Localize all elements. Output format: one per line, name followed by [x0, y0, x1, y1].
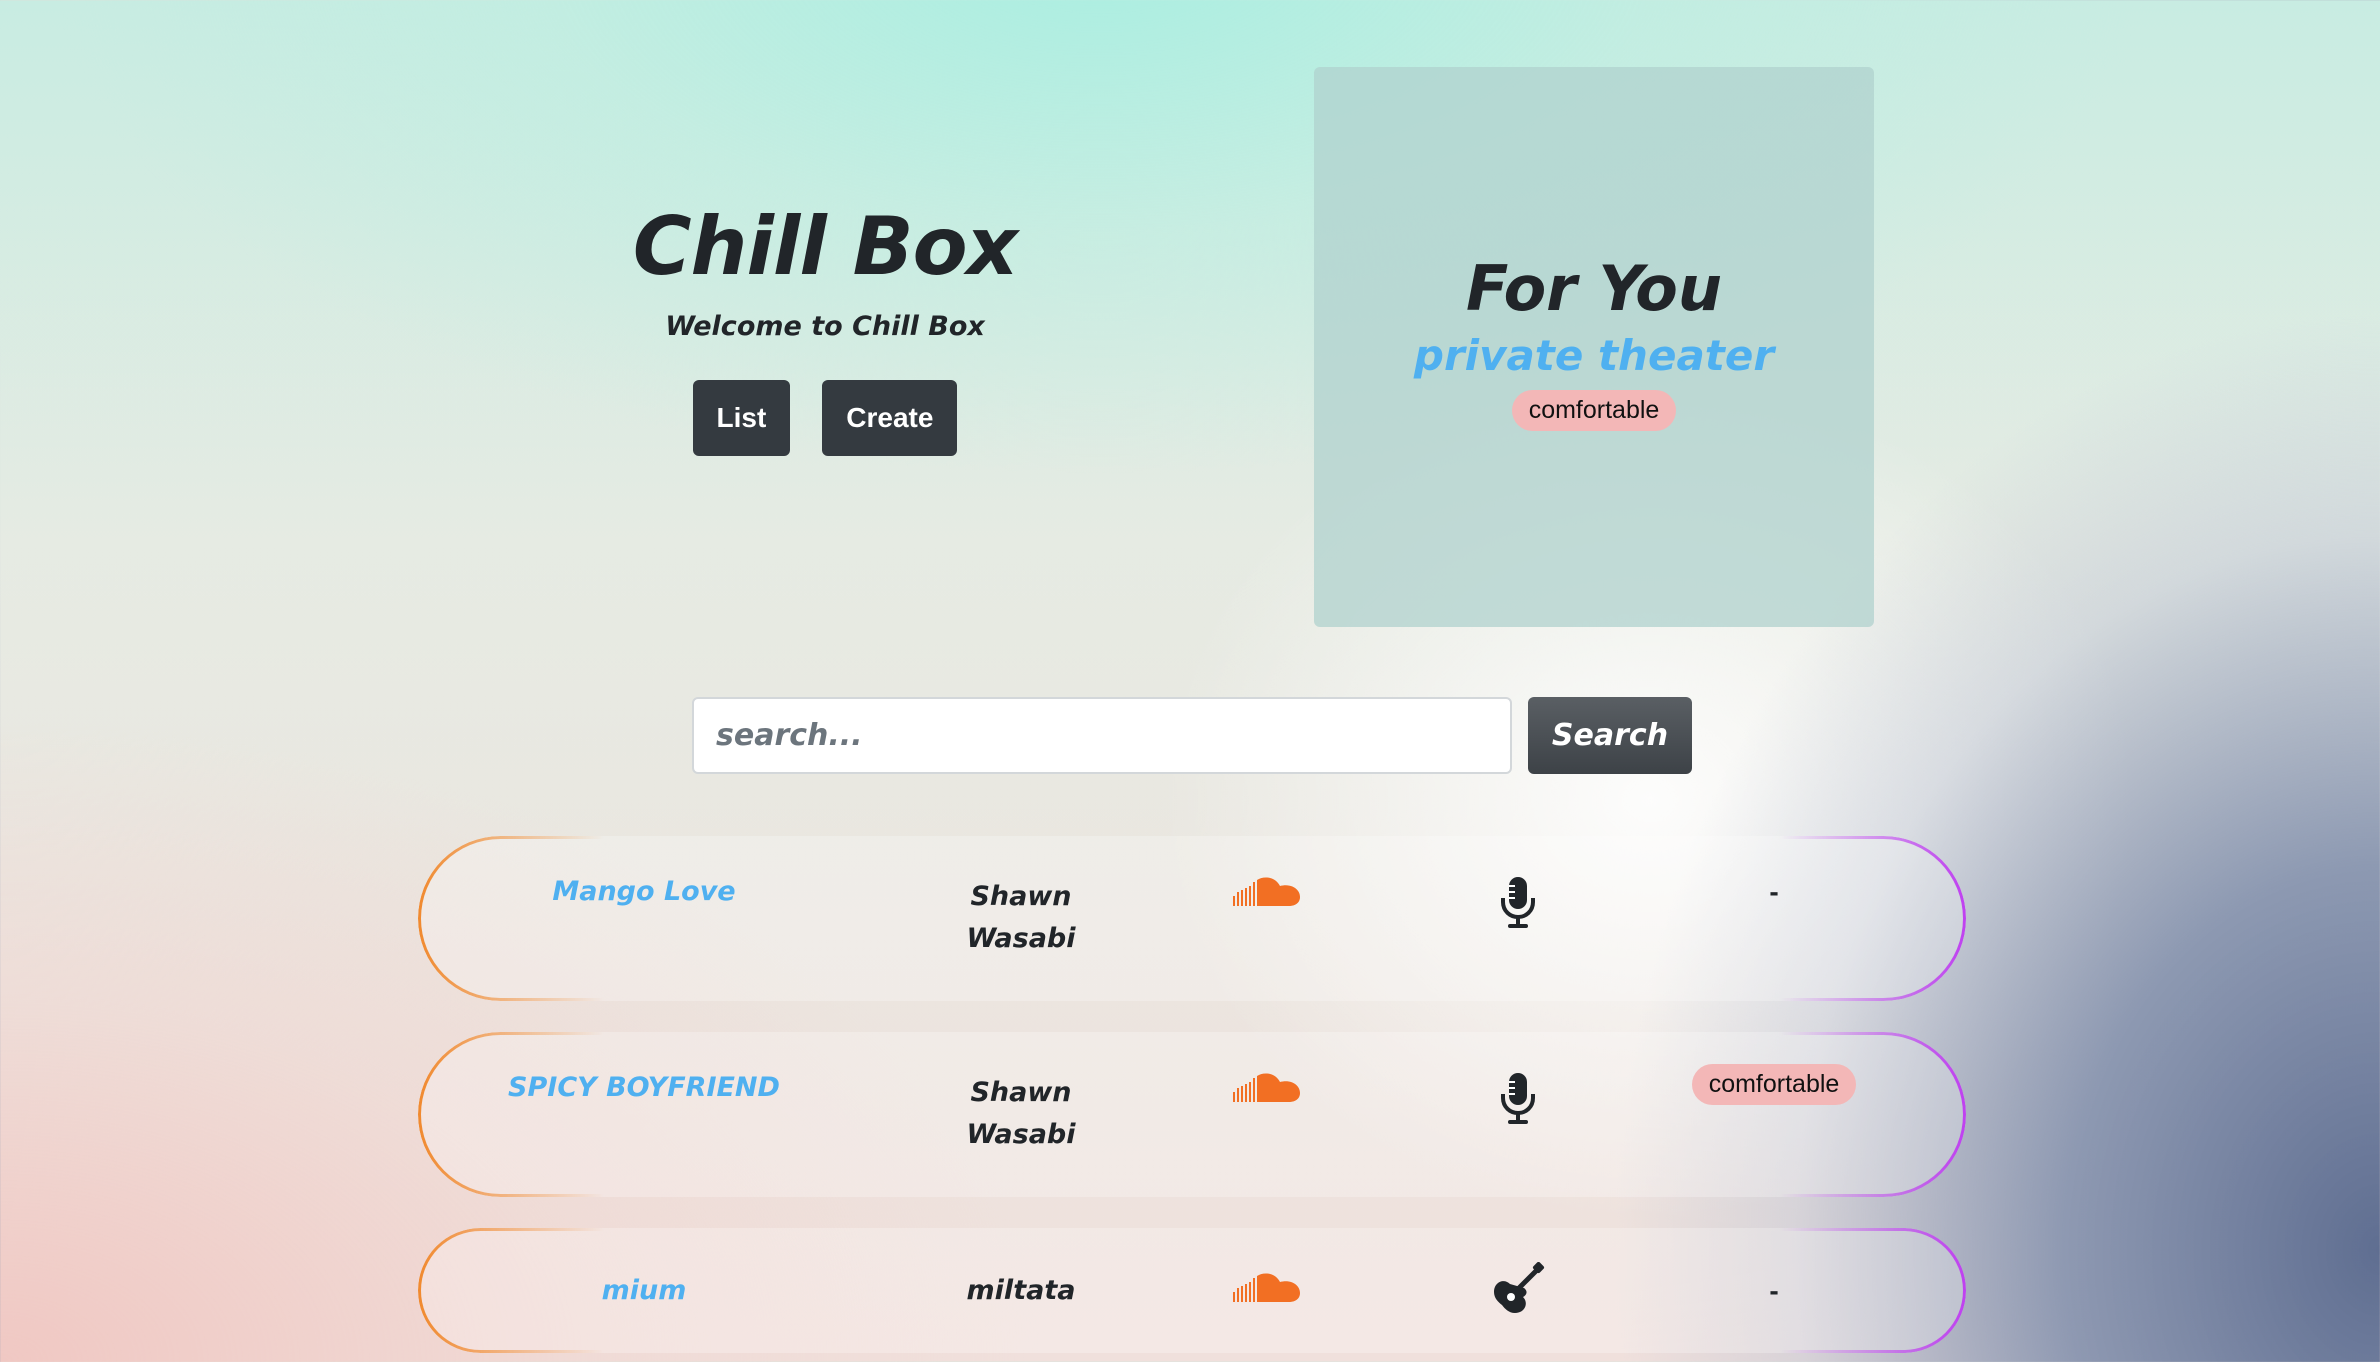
- song-artist: Shawn Wasabi: [966, 881, 1076, 954]
- song-tag: -: [1769, 876, 1779, 907]
- song-artist: miltata: [966, 1274, 1076, 1306]
- microphone-icon: [1498, 1072, 1538, 1130]
- song-row[interactable]: Mango Love Shawn Wasabi -: [418, 836, 1966, 1001]
- song-title[interactable]: Mango Love: [552, 876, 735, 907]
- for-you-song-title[interactable]: private theater: [1314, 331, 1874, 380]
- song-list: Mango Love Shawn Wasabi - SPICY BOYFRIEN…: [418, 836, 1966, 1362]
- for-you-title: For You: [1466, 252, 1722, 325]
- soundcloud-icon[interactable]: [1233, 1272, 1301, 1310]
- song-row[interactable]: mium miltata -: [418, 1228, 1966, 1353]
- search-button[interactable]: Search: [1528, 697, 1692, 774]
- song-title[interactable]: SPICY BOYFRIEND: [508, 1072, 780, 1103]
- song-artist: Shawn Wasabi: [966, 1077, 1076, 1150]
- song-row[interactable]: SPICY BOYFRIEND Shawn Wasabi comfortable: [418, 1032, 1966, 1197]
- hero-section: Chill Box Welcome to Chill Box List Crea…: [540, 200, 1110, 456]
- create-button[interactable]: Create: [822, 380, 958, 456]
- soundcloud-icon[interactable]: [1233, 876, 1301, 914]
- soundcloud-icon[interactable]: [1233, 1072, 1301, 1110]
- song-title[interactable]: mium: [602, 1275, 687, 1306]
- for-you-tag: comfortable: [1511, 390, 1677, 431]
- song-tag: -: [1769, 1274, 1779, 1306]
- welcome-subtitle: Welcome to Chill Box: [665, 311, 985, 342]
- search-input[interactable]: [692, 697, 1512, 774]
- app-title: Chill Box: [632, 200, 1018, 293]
- for-you-card[interactable]: For You private theater comfortable: [1314, 67, 1874, 627]
- list-button[interactable]: List: [692, 380, 791, 456]
- hero-buttons: List Create: [540, 380, 1110, 456]
- song-tag: comfortable: [1691, 1064, 1857, 1105]
- microphone-icon: [1498, 876, 1538, 934]
- search-bar: Search: [692, 697, 1692, 774]
- guitar-icon: [1491, 1261, 1545, 1320]
